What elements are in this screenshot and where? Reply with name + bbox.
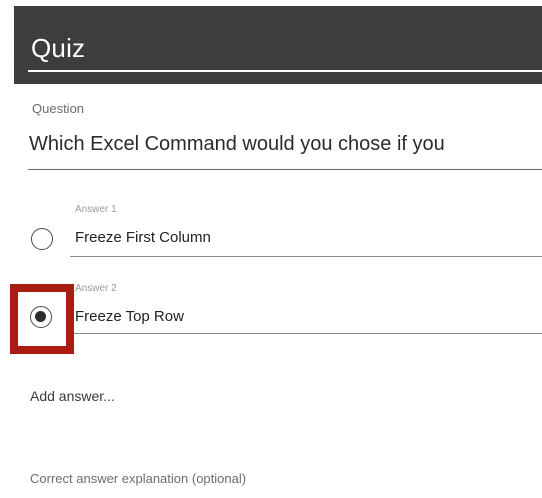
answer-1-underline	[70, 256, 542, 257]
answer-1-label: Answer 1	[75, 204, 117, 215]
question-label: Question	[32, 101, 85, 116]
answer-2-input[interactable]: Freeze Top Row	[75, 308, 184, 325]
question-underline	[28, 169, 542, 170]
explanation-label: Correct answer explanation (optional)	[30, 471, 247, 486]
answer-1-input[interactable]: Freeze First Column	[75, 229, 211, 246]
quiz-editor: Quiz Question Which Excel Command would …	[0, 0, 542, 498]
answer-2-underline	[70, 333, 542, 334]
add-answer-link[interactable]: Add answer...	[30, 388, 115, 404]
question-input[interactable]: Which Excel Command would you chose if y…	[29, 133, 445, 156]
highlight-box	[10, 284, 74, 354]
quiz-header: Quiz	[14, 6, 542, 84]
answer-1-radio[interactable]	[31, 228, 53, 250]
answer-2-label: Answer 2	[75, 283, 117, 294]
quiz-title[interactable]: Quiz	[31, 33, 85, 64]
title-underline	[28, 70, 542, 72]
